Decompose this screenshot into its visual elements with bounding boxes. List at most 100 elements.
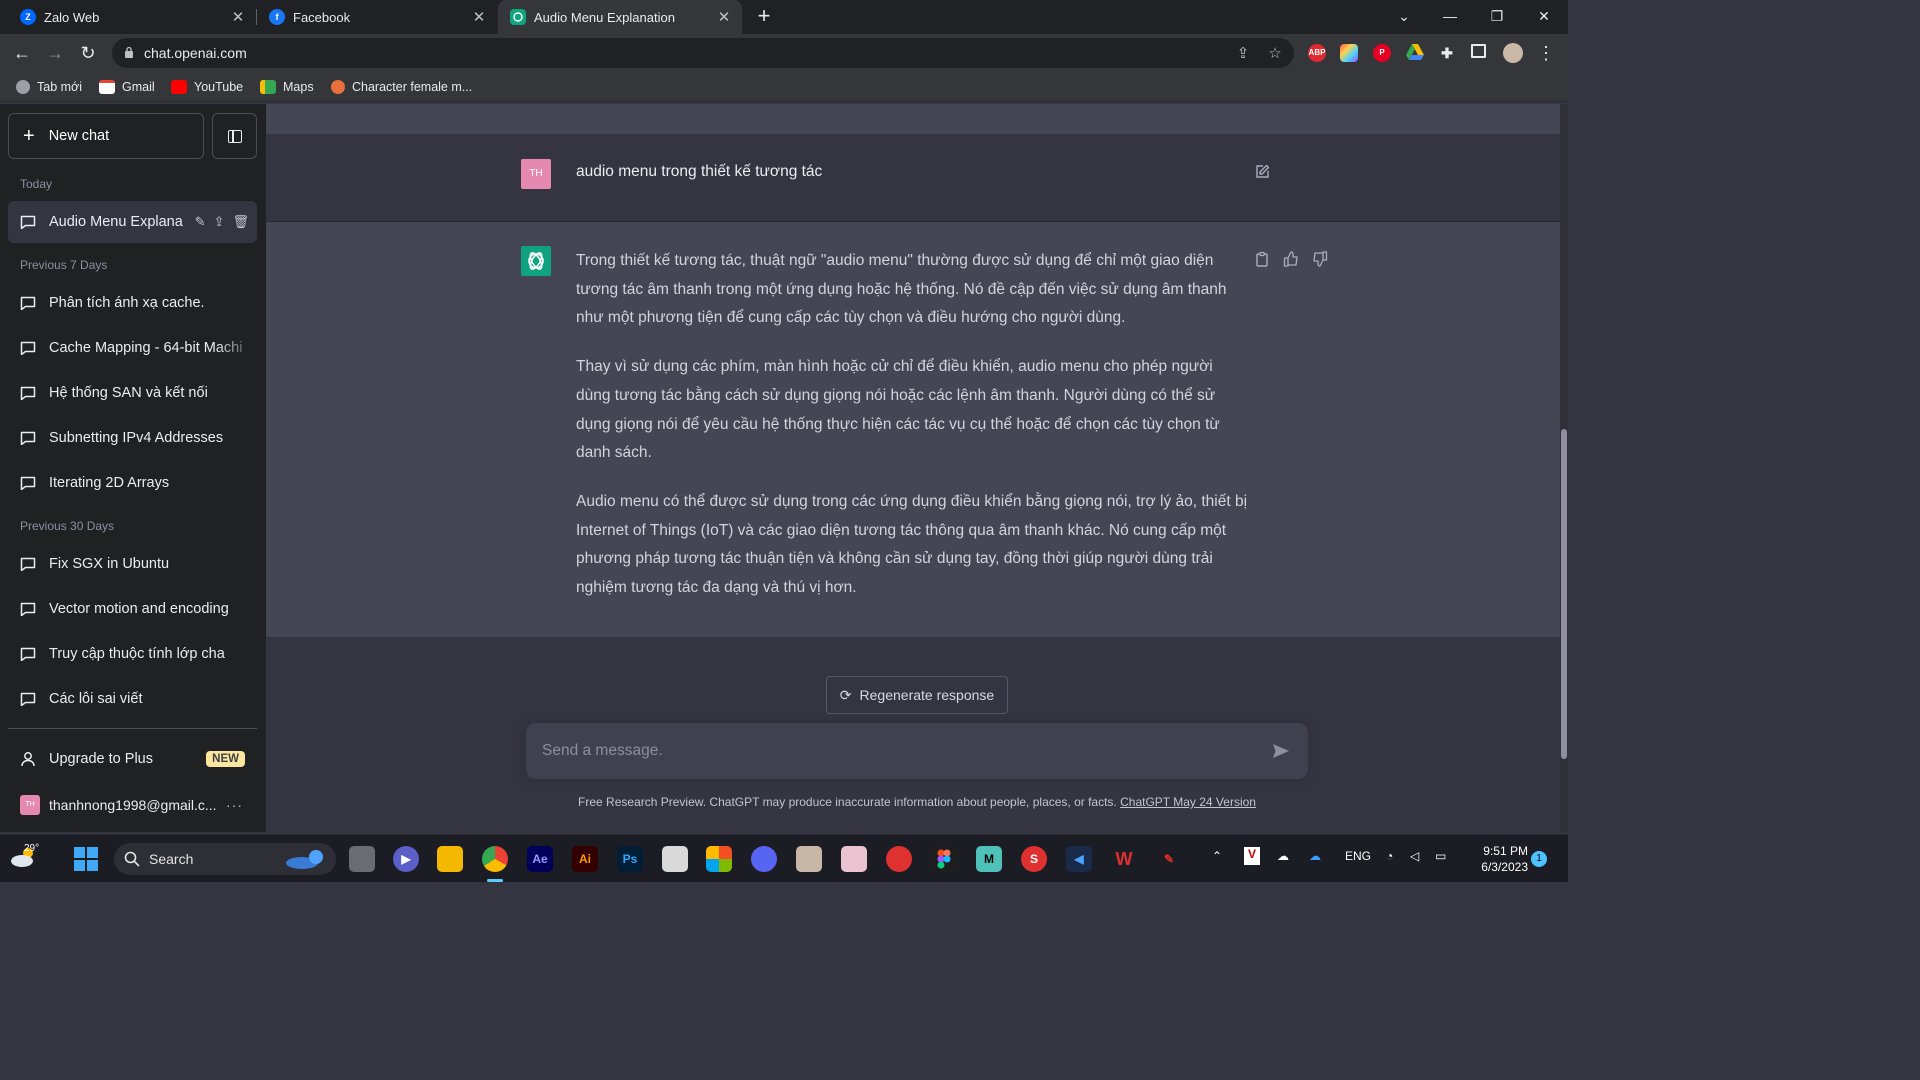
- sidebar-chat-active[interactable]: Audio Menu Explana ✎ ⇪ 🗑︎: [8, 201, 257, 243]
- side-panel-icon[interactable]: [1471, 44, 1486, 58]
- forward-button[interactable]: →: [43, 41, 67, 65]
- reload-button[interactable]: ↻: [76, 41, 100, 65]
- acrobat-icon[interactable]: ✎: [1156, 846, 1182, 872]
- language-indicator[interactable]: ENG: [1345, 849, 1371, 863]
- file-explorer-icon[interactable]: [437, 846, 463, 872]
- close-tab-icon[interactable]: ✕: [716, 8, 732, 26]
- app-icon[interactable]: [886, 846, 912, 872]
- more-options-icon[interactable]: ···: [226, 797, 243, 813]
- upgrade-to-plus-button[interactable]: Upgrade to Plus NEW: [8, 738, 257, 780]
- game-icon[interactable]: [796, 846, 822, 872]
- teams-chat-icon[interactable]: ▶: [393, 846, 419, 872]
- after-effects-icon[interactable]: Ae: [527, 846, 553, 872]
- illustrator-icon[interactable]: Ai: [572, 846, 598, 872]
- tab-search-icon[interactable]: ⌄: [1381, 0, 1427, 34]
- chrome-icon[interactable]: [482, 846, 508, 872]
- chat-bubble-icon: [20, 215, 36, 229]
- edit-icon[interactable]: ✎: [195, 214, 206, 230]
- chat-title: Cache Mapping - 64-bit Machi: [49, 340, 243, 356]
- sidebar-chat-item[interactable]: Subnetting IPv4 Addresses: [8, 417, 257, 459]
- wps-office-icon[interactable]: W: [1111, 846, 1137, 872]
- task-view-icon[interactable]: [349, 846, 375, 872]
- taskbar-search[interactable]: Search: [114, 843, 336, 875]
- app-icon[interactable]: ◀: [1066, 846, 1092, 872]
- bookmark-character[interactable]: Character female m...: [331, 78, 472, 96]
- sidebar: + New chat Today Audio Menu Explana ✎ ⇪ …: [0, 104, 266, 832]
- profile-avatar[interactable]: [1503, 43, 1523, 63]
- assistant-paragraph: Audio menu có thể được sử dụng trong các…: [576, 492, 1248, 597]
- onedrive-icon[interactable]: ☁: [1309, 849, 1321, 863]
- tab-facebook[interactable]: f Facebook ✕: [257, 0, 497, 34]
- share-icon[interactable]: ⇪: [214, 214, 225, 230]
- back-button[interactable]: ←: [10, 41, 34, 65]
- thumbs-up-icon[interactable]: [1283, 251, 1299, 267]
- minimize-button[interactable]: —: [1427, 0, 1473, 34]
- address-bar[interactable]: chat.openai.com ⇪ ☆: [112, 38, 1294, 68]
- google-drive-icon[interactable]: [1406, 44, 1424, 62]
- tab-zalo[interactable]: Z Zalo Web ✕: [8, 0, 256, 34]
- edit-message-icon[interactable]: [1254, 164, 1270, 180]
- close-sidebar-button[interactable]: [212, 113, 257, 159]
- sidebar-chat-item[interactable]: Fix SGX in Ubuntu: [8, 543, 257, 585]
- thumbs-down-icon[interactable]: [1312, 251, 1328, 267]
- game-icon[interactable]: [841, 846, 867, 872]
- bookmark-maps[interactable]: Maps: [260, 78, 314, 96]
- bookmark-youtube[interactable]: YouTube: [171, 78, 243, 96]
- app-icon[interactable]: M: [976, 846, 1002, 872]
- volume-icon[interactable]: ◁: [1410, 849, 1419, 863]
- cloud-icon[interactable]: ☁: [1277, 849, 1289, 863]
- share-icon[interactable]: ⇪: [1234, 45, 1252, 63]
- restore-button[interactable]: ❐: [1474, 0, 1520, 34]
- plus-icon: +: [23, 125, 35, 147]
- wifi-icon[interactable]: ◔: [1386, 849, 1393, 863]
- app-icon[interactable]: S: [1021, 846, 1047, 872]
- bookmark-label: Maps: [283, 80, 314, 94]
- tab-title: Audio Menu Explanation: [534, 9, 675, 25]
- bookmark-gmail[interactable]: Gmail: [99, 78, 155, 96]
- trash-icon[interactable]: 🗑︎: [232, 214, 249, 230]
- new-tab-button[interactable]: +: [752, 4, 776, 28]
- regenerate-response-button[interactable]: ⟳ Regenerate response: [826, 676, 1008, 714]
- new-chat-button[interactable]: + New chat: [8, 113, 204, 159]
- extensions-puzzle-icon[interactable]: ✚: [1438, 44, 1456, 62]
- chat-bubble-icon: [20, 557, 36, 571]
- sidebar-chat-item[interactable]: Hệ thống SAN và kết nối: [8, 372, 257, 414]
- chat-title: Audio Menu Explana: [49, 214, 183, 230]
- pinterest-icon[interactable]: P: [1373, 44, 1391, 62]
- close-tab-icon[interactable]: ✕: [471, 8, 487, 26]
- app-icon[interactable]: [662, 846, 688, 872]
- chat-scrollbar[interactable]: [1560, 104, 1568, 832]
- photoshop-icon[interactable]: Ps: [617, 846, 643, 872]
- notification-badge[interactable]: 1: [1531, 851, 1547, 867]
- group-label-prev7: Previous 7 Days: [20, 258, 108, 272]
- tab-audio-menu[interactable]: Audio Menu Explanation ✕: [498, 0, 742, 34]
- color-extension-icon[interactable]: [1340, 44, 1358, 62]
- browser-menu-icon[interactable]: ⋮: [1534, 41, 1558, 65]
- windows-start-button[interactable]: [74, 847, 98, 871]
- sidebar-chat-item[interactable]: Vector motion and encoding: [8, 588, 257, 630]
- browser-tab-bar: Z Zalo Web ✕ f Facebook ✕ Audio Menu Exp…: [0, 0, 1568, 34]
- adblock-plus-icon[interactable]: ABP: [1308, 44, 1326, 62]
- message-input[interactable]: Send a message.: [526, 723, 1308, 779]
- copy-icon[interactable]: [1254, 251, 1270, 267]
- close-tab-icon[interactable]: ✕: [230, 8, 246, 26]
- tray-app-icon[interactable]: V: [1244, 847, 1260, 865]
- bookmark-star-icon[interactable]: ☆: [1266, 45, 1284, 63]
- sidebar-chat-item[interactable]: Iterating 2D Arrays: [8, 462, 257, 504]
- microsoft-store-icon[interactable]: [706, 846, 732, 872]
- account-menu[interactable]: TH thanhnong1998@gmail.c... ···: [8, 784, 257, 826]
- sidebar-chat-item[interactable]: Cache Mapping - 64-bit Machi: [8, 327, 257, 369]
- version-link[interactable]: ChatGPT May 24 Version: [1120, 795, 1256, 809]
- discord-icon[interactable]: [751, 846, 777, 872]
- figma-icon[interactable]: [931, 846, 957, 872]
- show-hidden-icons[interactable]: ⌃: [1212, 849, 1222, 863]
- close-window-button[interactable]: ✕: [1521, 0, 1567, 34]
- battery-icon[interactable]: ▭: [1435, 849, 1446, 863]
- system-clock[interactable]: 9:51 PM 6/3/2023: [1468, 843, 1528, 875]
- send-icon[interactable]: [1272, 742, 1290, 760]
- sidebar-chat-item[interactable]: Phân tích ánh xạ cache.: [8, 282, 257, 324]
- bookmark-tab-moi[interactable]: Tab mới: [16, 78, 82, 96]
- scrollbar-thumb[interactable]: [1561, 429, 1567, 759]
- sidebar-chat-item[interactable]: Truy cập thuộc tính lớp cha: [8, 633, 257, 675]
- sidebar-chat-item[interactable]: Các lỗi sai viết: [8, 678, 257, 720]
